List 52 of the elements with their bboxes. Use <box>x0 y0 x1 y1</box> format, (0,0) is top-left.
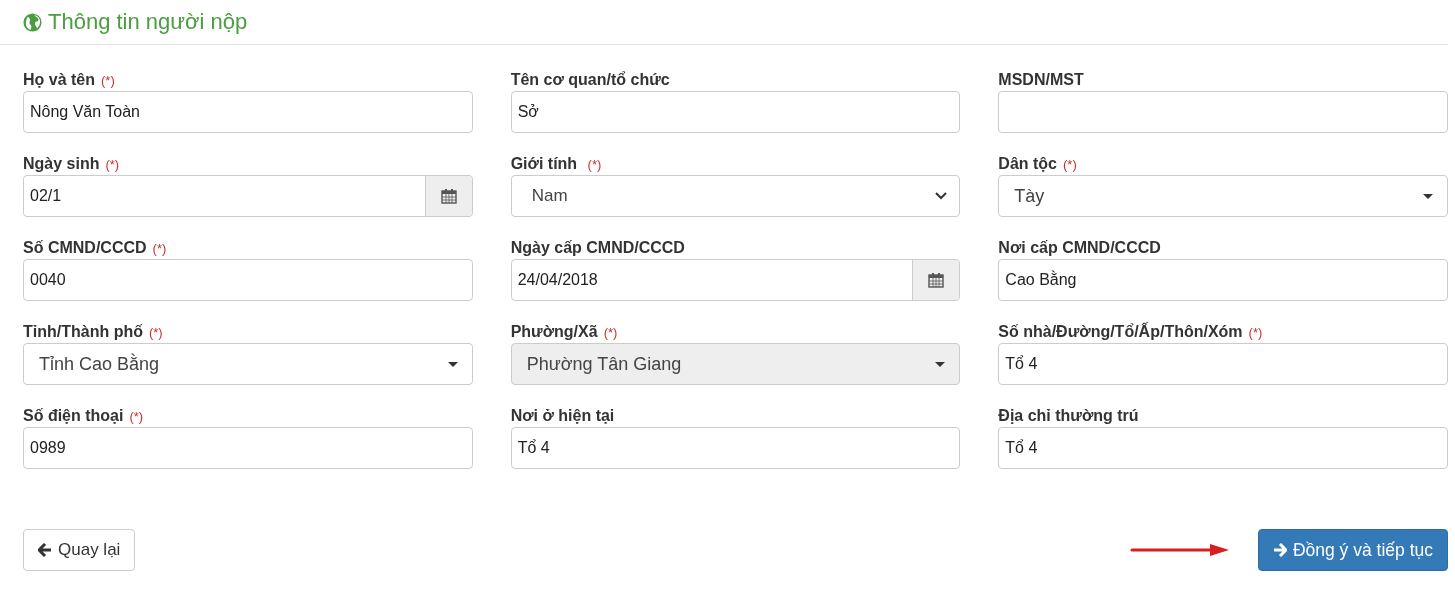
required-mark: (*) <box>129 409 144 424</box>
input-field[interactable]: Cao Bằng <box>998 259 1448 301</box>
caret-down-icon <box>447 361 458 367</box>
field-label: Tỉnh/Thành phố <box>23 323 143 341</box>
dropdown-field[interactable]: Tày <box>998 175 1448 217</box>
select-field[interactable]: Nam <box>510 175 961 217</box>
calendar-button[interactable] <box>424 176 472 216</box>
required-mark: (*) <box>152 241 167 256</box>
caret-down-icon <box>1423 193 1433 199</box>
required-mark: (*) <box>603 325 618 340</box>
field-label: Số điện thoại <box>23 407 124 425</box>
field-label: Họ và tên <box>23 71 95 89</box>
input-field[interactable]: 0989 <box>23 427 473 469</box>
date-field[interactable]: 24/04/2018 <box>510 259 961 301</box>
input-field[interactable]: 0040 <box>23 259 473 301</box>
input-field[interactable] <box>998 91 1448 133</box>
input-field[interactable]: Tổ 4 <box>998 343 1448 385</box>
dropdown-field[interactable]: Tỉnh Cao Bằng <box>23 343 473 385</box>
input-field[interactable]: Sở <box>510 91 961 133</box>
field-label: Số nhà/Đường/Tổ/Ấp/Thôn/Xóm <box>998 323 1243 341</box>
input-field[interactable]: Tổ 4 <box>510 427 961 469</box>
field-label: MSDN/MST <box>998 71 1084 89</box>
field-label: Nơi cấp CMND/CCCD <box>998 239 1161 257</box>
required-mark: (*) <box>105 157 120 172</box>
field-label: Giới tính <box>510 155 579 173</box>
required-mark: (*) <box>148 325 163 340</box>
required-mark: (*) <box>587 157 602 172</box>
calendar-icon <box>928 272 945 288</box>
field-label: Dân tộc <box>998 155 1057 173</box>
field-label: Ngày sinh <box>23 155 100 173</box>
globe-icon <box>23 12 42 32</box>
field-label: Phường/Xã <box>510 323 598 341</box>
input-field[interactable]: Tổ 4 <box>998 427 1448 469</box>
arrow-left-icon <box>38 543 52 557</box>
field-label: Địa chỉ thường trú <box>998 407 1139 425</box>
date-field[interactable]: 02/1 <box>23 175 473 217</box>
back-button[interactable]: Quay lại <box>23 529 136 571</box>
field-label: Tên cơ quan/tổ chức <box>510 71 670 89</box>
caret-down-icon <box>935 361 946 367</box>
required-mark: (*) <box>1063 157 1077 172</box>
field-label: Ngày cấp CMND/CCCD <box>510 239 685 257</box>
required-mark: (*) <box>101 73 115 88</box>
continue-button[interactable]: Đồng ý và tiếp tục <box>1257 529 1448 571</box>
required-mark: (*) <box>1248 325 1263 340</box>
section-title: Thông tin người nộp <box>48 9 248 35</box>
chevron-down-icon <box>935 192 948 200</box>
calendar-button[interactable] <box>912 260 960 300</box>
field-label: Nơi ở hiện tại <box>510 407 615 425</box>
field-label: Số CMND/CCCD <box>23 239 147 257</box>
input-field[interactable]: Nông Văn Toàn <box>23 91 473 133</box>
arrow-right-icon <box>1272 543 1287 557</box>
calendar-icon <box>440 188 457 204</box>
